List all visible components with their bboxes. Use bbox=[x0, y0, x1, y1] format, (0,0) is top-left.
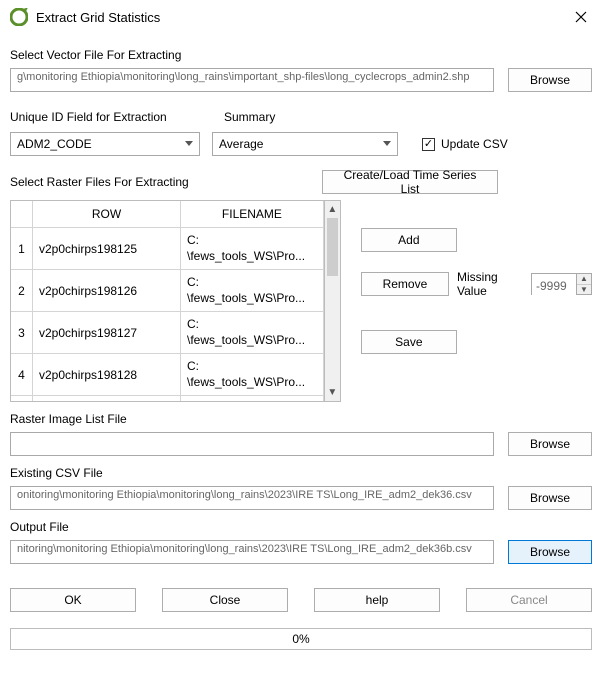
browse-output-file-button[interactable]: Browse bbox=[508, 540, 592, 564]
update-csv-checkbox[interactable]: ✓ Update CSV bbox=[422, 137, 508, 151]
spin-up-icon[interactable]: ▲ bbox=[577, 274, 591, 284]
title-bar: Extract Grid Statistics bbox=[0, 0, 602, 34]
table-row[interactable]: 3 v2p0chirps198127 C: \fews_tools_WS\Pro… bbox=[11, 312, 324, 354]
unique-id-select[interactable]: ADM2_CODE bbox=[10, 132, 200, 156]
summary-select[interactable]: Average bbox=[212, 132, 398, 156]
unique-id-label: Unique ID Field for Extraction bbox=[10, 110, 212, 124]
table-header-row: ROW bbox=[33, 201, 181, 228]
existing-csv-input[interactable]: onitoring\monitoring Ethiopia\monitoring… bbox=[10, 486, 494, 510]
raster-list-file-label: Raster Image List File bbox=[10, 412, 592, 426]
table-header: ROW FILENAME bbox=[11, 201, 324, 228]
remove-button[interactable]: Remove bbox=[361, 272, 449, 296]
window-title: Extract Grid Statistics bbox=[36, 10, 570, 25]
missing-value-stepper[interactable]: ▲ ▼ bbox=[531, 273, 592, 295]
missing-value-label: Missing Value bbox=[457, 270, 523, 298]
ok-button[interactable]: OK bbox=[10, 588, 136, 612]
create-load-timeseries-button[interactable]: Create/Load Time Series List bbox=[322, 170, 498, 194]
select-raster-label: Select Raster Files For Extracting bbox=[10, 175, 310, 189]
app-logo-icon bbox=[10, 8, 28, 26]
check-icon: ✓ bbox=[422, 138, 435, 151]
table-row[interactable]: 5 v2p0chirps198129 C: bbox=[11, 396, 324, 401]
output-file-label: Output File bbox=[10, 520, 592, 534]
browse-raster-list-button[interactable]: Browse bbox=[508, 432, 592, 456]
help-button[interactable]: help bbox=[314, 588, 440, 612]
missing-value-input[interactable] bbox=[532, 274, 576, 298]
raster-files-table: ROW FILENAME 1 v2p0chirps198125 C: \fews… bbox=[10, 200, 325, 402]
scroll-down-icon[interactable]: ▼ bbox=[325, 384, 340, 401]
close-button[interactable]: Close bbox=[162, 588, 288, 612]
progress-bar: 0% bbox=[10, 628, 592, 650]
browse-vector-button[interactable]: Browse bbox=[508, 68, 592, 92]
cancel-button[interactable]: Cancel bbox=[466, 588, 592, 612]
scroll-up-icon[interactable]: ▲ bbox=[325, 201, 340, 218]
table-row[interactable]: 1 v2p0chirps198125 C: \fews_tools_WS\Pro… bbox=[11, 228, 324, 270]
table-header-index bbox=[11, 201, 33, 228]
raster-list-file-input[interactable] bbox=[10, 432, 494, 456]
table-row[interactable]: 2 v2p0chirps198126 C: \fews_tools_WS\Pro… bbox=[11, 270, 324, 312]
progress-text: 0% bbox=[292, 632, 309, 646]
existing-csv-label: Existing CSV File bbox=[10, 466, 592, 480]
browse-existing-csv-button[interactable]: Browse bbox=[508, 486, 592, 510]
vector-file-input[interactable]: g\monitoring Ethiopia\monitoring\long_ra… bbox=[10, 68, 494, 92]
spin-down-icon[interactable]: ▼ bbox=[577, 284, 591, 295]
summary-label: Summary bbox=[224, 110, 275, 124]
output-file-input[interactable]: nitoring\monitoring Ethiopia\monitoring\… bbox=[10, 540, 494, 564]
table-row[interactable]: 4 v2p0chirps198128 C: \fews_tools_WS\Pro… bbox=[11, 354, 324, 396]
add-button[interactable]: Add bbox=[361, 228, 457, 252]
table-header-filename: FILENAME bbox=[181, 201, 324, 228]
close-window-button[interactable] bbox=[570, 6, 592, 28]
save-button[interactable]: Save bbox=[361, 330, 457, 354]
vector-file-label: Select Vector File For Extracting bbox=[10, 48, 592, 62]
update-csv-label: Update CSV bbox=[441, 137, 508, 151]
table-scrollbar[interactable]: ▲ ▼ bbox=[325, 200, 341, 402]
